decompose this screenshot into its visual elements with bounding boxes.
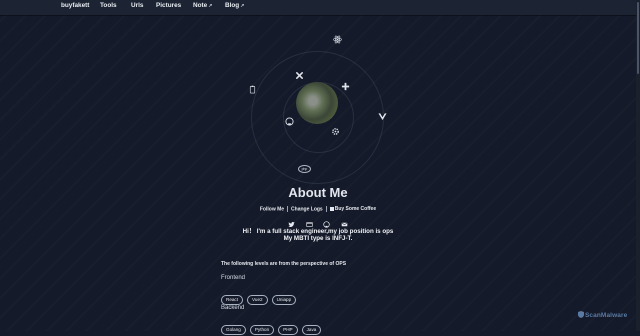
react-icon [333, 35, 342, 44]
top-navbar: buyfakett Tools Urls Pictures Note↗ Blog… [0, 0, 636, 15]
watermark-text: ScanMalware [585, 312, 628, 319]
skill-tag-java[interactable]: Java [301, 324, 322, 335]
nav-item-tools[interactable]: Tools [100, 2, 117, 9]
buy-coffee-link[interactable]: Buy Some Coffee [329, 206, 377, 213]
shield-icon [578, 311, 584, 318]
skill-tag-react[interactable]: React [221, 294, 244, 305]
watermark: ScanMalware [578, 311, 627, 319]
page-title: About Me [288, 185, 348, 200]
tools-cross-icon [295, 71, 304, 80]
intro-line-2: My MBTI type is INFJ-T. [283, 235, 353, 242]
external-link-icon: ↗ [240, 3, 245, 9]
backend-heading: Backend [221, 305, 245, 311]
cog-icon [331, 127, 340, 136]
coffee-icon [329, 206, 334, 211]
skill-tag-python[interactable]: Python [249, 324, 275, 335]
vue-icon [378, 112, 387, 121]
page-scrollbar[interactable] [636, 0, 640, 331]
intro-line-1: Hi！ I'm a full stack engineer,my job pos… [242, 228, 394, 235]
nav-item-pictures[interactable]: Pictures [156, 2, 181, 9]
backend-tags: Golang Python PHP Java [221, 318, 325, 336]
github-icon [285, 117, 294, 126]
skill-tag-uniapp[interactable]: Uniapp [271, 294, 297, 305]
follow-me-link[interactable]: Follow Me [260, 206, 284, 212]
buy-coffee-label: Buy Some Coffee [334, 206, 377, 213]
avatar [296, 82, 338, 124]
nav-item-blog[interactable]: Blog↗ [225, 2, 244, 9]
frontend-heading: Frontend [221, 275, 246, 281]
php-icon: php [298, 165, 311, 173]
skill-tag-golang[interactable]: Golang [221, 324, 246, 335]
skills-intro: The following levels are from the perspe… [221, 261, 347, 267]
plus-gear-icon [341, 82, 350, 91]
nav-item-note[interactable]: Note↗ [193, 2, 212, 9]
clipboard-icon [248, 85, 257, 94]
external-link-icon: ↗ [208, 3, 213, 9]
scrollbar-thumb[interactable] [637, 2, 639, 74]
about-links: Follow Me Change Logs Buy Some Coffee [0, 206, 636, 212]
divider [287, 206, 289, 212]
frontend-tags: React Vue2 Uniapp [221, 288, 300, 306]
skill-tag-php[interactable]: PHP [278, 324, 298, 335]
skill-tag-vue2[interactable]: Vue2 [247, 294, 268, 305]
nav-item-urls[interactable]: Urls [131, 2, 143, 9]
divider [325, 206, 327, 212]
nav-brand[interactable]: buyfakett [61, 2, 89, 9]
change-logs-link[interactable]: Change Logs [291, 206, 323, 212]
